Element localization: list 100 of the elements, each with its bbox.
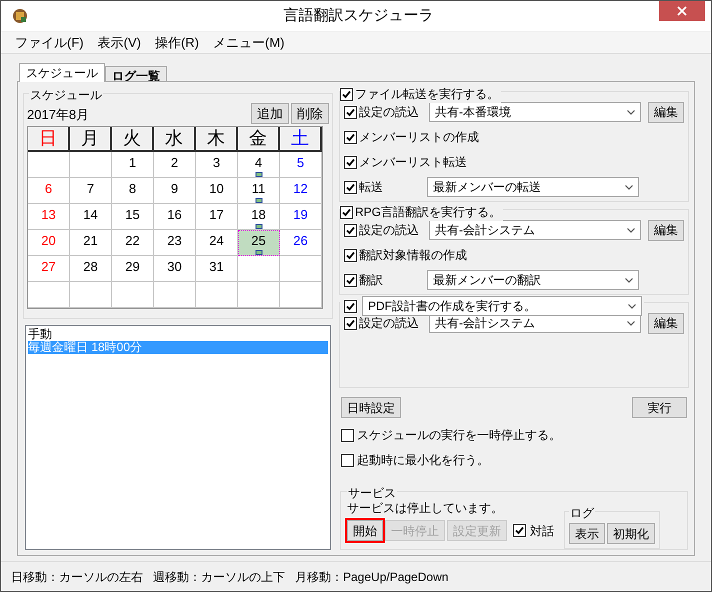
- status-text: 日移動：カーソルの左右: [11, 568, 143, 586]
- schedule-marker-icon: [255, 250, 262, 255]
- option-label: 翻訳: [359, 272, 383, 289]
- checkbox[interactable]: [344, 180, 357, 194]
- tab[interactable]: ログ一覧: [105, 66, 167, 82]
- checkbox[interactable]: [344, 248, 357, 262]
- day-cell[interactable]: 25: [238, 230, 280, 256]
- day-cell[interactable]: 8: [112, 178, 154, 204]
- day-cell[interactable]: 31: [196, 256, 238, 282]
- button[interactable]: 初期化: [607, 523, 655, 544]
- group-title: サービス: [347, 484, 397, 502]
- day-cell[interactable]: 26: [280, 230, 322, 256]
- day-cell[interactable]: 11: [238, 178, 280, 204]
- checkbox[interactable]: [344, 224, 357, 236]
- tab[interactable]: スケジュール: [19, 63, 105, 82]
- caret-icon: [625, 184, 633, 190]
- button[interactable]: 開始: [347, 520, 383, 541]
- menu-item[interactable]: メニュー(M): [207, 32, 290, 52]
- close-button[interactable]: [659, 1, 705, 21]
- checkbox[interactable]: [344, 130, 357, 144]
- day-cell[interactable]: 27: [28, 256, 70, 282]
- empty-day-cell: [112, 282, 154, 308]
- checkbox[interactable]: [344, 156, 357, 168]
- day-cell[interactable]: 15: [112, 204, 154, 230]
- month-label: 2017年8月: [27, 106, 90, 124]
- empty-day-cell: [70, 152, 112, 178]
- option-label: メンバーリストの作成: [359, 129, 479, 146]
- dropdown[interactable]: 共有-会計システム: [429, 220, 641, 240]
- checkbox[interactable]: [513, 524, 526, 537]
- empty-day-cell: [28, 282, 70, 308]
- status-text: 週移動：カーソルの上下: [153, 568, 285, 586]
- day-cell[interactable]: 19: [280, 204, 322, 230]
- day-cell[interactable]: 20: [28, 230, 70, 256]
- button[interactable]: 追加: [251, 103, 289, 124]
- empty-day-cell: [154, 282, 196, 308]
- menu-item[interactable]: 操作(R): [148, 32, 205, 52]
- button[interactable]: 表示: [569, 523, 605, 544]
- day-cell[interactable]: 29: [112, 256, 154, 282]
- option-label: 翻訳対象情報の作成: [359, 247, 467, 264]
- menu-item[interactable]: ファイル(F): [9, 32, 90, 52]
- dropdown[interactable]: PDF設計書の作成を実行する。: [362, 296, 642, 316]
- schedule-marker-icon: [255, 224, 262, 229]
- list-item[interactable]: 手動: [28, 328, 328, 341]
- day-cell[interactable]: 16: [154, 204, 196, 230]
- day-cell[interactable]: 13: [28, 204, 70, 230]
- button[interactable]: 実行: [632, 397, 687, 418]
- day-cell[interactable]: 23: [154, 230, 196, 256]
- checkbox[interactable]: [340, 88, 353, 100]
- checkbox[interactable]: [344, 300, 357, 312]
- day-cell[interactable]: 30: [154, 256, 196, 282]
- day-cell[interactable]: 6: [28, 178, 70, 204]
- section-title: RPG言語翻訳を実行する。: [355, 204, 502, 221]
- day-cell[interactable]: 1: [112, 152, 154, 178]
- day-cell[interactable]: 22: [112, 230, 154, 256]
- day-cell[interactable]: 3: [196, 152, 238, 178]
- day-cell[interactable]: 12: [280, 178, 322, 204]
- button[interactable]: 日時設定: [341, 397, 401, 418]
- weekday-header: 土: [280, 127, 322, 152]
- checkbox[interactable]: [341, 454, 354, 466]
- day-cell[interactable]: 7: [70, 178, 112, 204]
- caret-icon: [627, 110, 635, 114]
- day-cell[interactable]: 4: [238, 152, 280, 178]
- dropdown[interactable]: 最新メンバーの翻訳: [427, 270, 639, 290]
- button[interactable]: 編集: [648, 102, 684, 122]
- status-text: 月移動：PageUp/PageDown: [295, 568, 448, 586]
- day-cell[interactable]: 14: [70, 204, 112, 230]
- button[interactable]: 削除: [291, 103, 329, 124]
- weekday-header: 月: [70, 127, 112, 152]
- button[interactable]: 編集: [648, 220, 684, 240]
- day-cell[interactable]: 10: [196, 178, 238, 204]
- checkbox[interactable]: [340, 206, 353, 218]
- caret-icon: [627, 320, 635, 326]
- day-cell[interactable]: 21: [70, 230, 112, 256]
- day-cell[interactable]: 9: [154, 178, 196, 204]
- close-icon: [677, 6, 687, 16]
- option-label: 設定の読込: [359, 315, 419, 332]
- checkbox[interactable]: [344, 316, 357, 330]
- weekday-header: 日: [28, 127, 70, 152]
- app-icon: [12, 8, 28, 24]
- dropdown[interactable]: 最新メンバーの転送: [427, 177, 639, 197]
- menu-item[interactable]: 表示(V): [92, 32, 147, 52]
- day-cell[interactable]: 28: [70, 256, 112, 282]
- empty-day-cell: [238, 282, 280, 308]
- empty-day-cell: [196, 282, 238, 308]
- day-cell[interactable]: 2: [154, 152, 196, 178]
- option-label: メンバーリスト転送: [359, 154, 467, 171]
- checkbox[interactable]: [344, 274, 357, 286]
- option-label: 設定の読込: [359, 104, 419, 121]
- weekday-header: 木: [196, 127, 238, 152]
- schedule-marker-icon: [255, 198, 262, 203]
- dropdown[interactable]: 共有-本番環境: [429, 102, 641, 122]
- day-cell[interactable]: 5: [280, 152, 322, 178]
- weekday-header: 火: [112, 127, 154, 152]
- checkbox[interactable]: [344, 106, 357, 118]
- empty-day-cell: [280, 282, 322, 308]
- empty-day-cell: [280, 256, 322, 282]
- button[interactable]: 編集: [648, 312, 684, 334]
- day-cell[interactable]: 17: [196, 204, 238, 230]
- schedule-marker-icon: [255, 172, 262, 177]
- checkbox[interactable]: [341, 428, 354, 442]
